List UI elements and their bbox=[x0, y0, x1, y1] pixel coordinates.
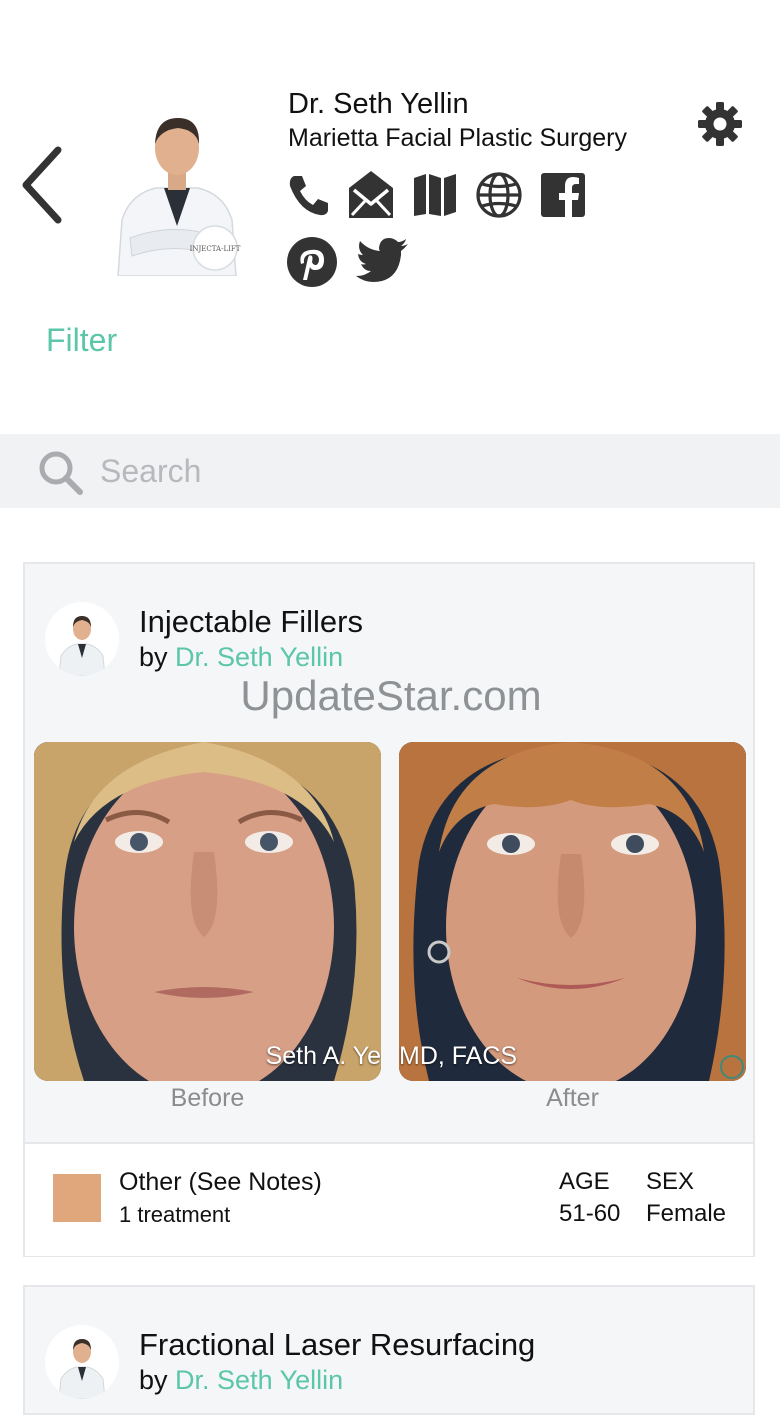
watermark-text: UpdateStar.com bbox=[240, 672, 542, 719]
pinterest-icon bbox=[287, 237, 337, 287]
doctor-name: Dr. Seth Yellin bbox=[288, 88, 469, 120]
doctor-avatar-small bbox=[45, 602, 119, 676]
case-card[interactable]: Injectable Fillers by Dr. Seth Yellin Up… bbox=[23, 562, 755, 1257]
sex-label: SEX bbox=[646, 1168, 695, 1195]
avatar-badge-text: INJECTA-LIFT bbox=[190, 245, 241, 253]
procedure-name: Other (See Notes) bbox=[119, 1168, 322, 1196]
chevron-left-icon bbox=[22, 146, 62, 224]
phone-icon bbox=[289, 176, 328, 216]
byline-prefix: by bbox=[139, 642, 168, 672]
search-input[interactable] bbox=[100, 446, 740, 496]
card-byline: by Dr. Seth Yellin bbox=[139, 1365, 343, 1396]
before-photo[interactable]: Seth A. Ye bbox=[34, 742, 381, 1081]
globe-icon bbox=[476, 172, 522, 218]
category-swatch bbox=[53, 1174, 101, 1222]
card-byline: by Dr. Seth Yellin bbox=[139, 642, 343, 673]
map-button[interactable] bbox=[412, 172, 458, 218]
photo-overlay-left: Seth A. Ye bbox=[265, 1042, 381, 1070]
map-icon bbox=[414, 174, 456, 216]
doctor-avatar-small bbox=[45, 1325, 119, 1399]
before-label: Before bbox=[170, 1084, 245, 1112]
photo-overlay-right: MD, FACS bbox=[399, 1042, 518, 1070]
gear-icon bbox=[698, 102, 742, 146]
age-value: 51-60 bbox=[559, 1200, 621, 1227]
twitter-button[interactable] bbox=[356, 238, 410, 284]
back-button[interactable] bbox=[14, 140, 74, 230]
facebook-icon bbox=[541, 173, 585, 217]
doctor-avatar: INJECTA-LIFT bbox=[108, 108, 246, 277]
byline-prefix: by bbox=[139, 1365, 168, 1395]
email-button[interactable] bbox=[346, 168, 396, 220]
filter-button[interactable]: Filter bbox=[46, 322, 117, 359]
twitter-icon bbox=[356, 238, 408, 282]
treatment-count: 1 treatment bbox=[119, 1202, 231, 1227]
after-label: After bbox=[546, 1084, 599, 1112]
email-icon bbox=[349, 171, 393, 218]
pinterest-button[interactable] bbox=[286, 236, 338, 288]
search-icon bbox=[36, 448, 84, 496]
after-photo[interactable]: MD, FACS bbox=[399, 742, 746, 1081]
facebook-button[interactable] bbox=[540, 172, 586, 218]
settings-button[interactable] bbox=[696, 100, 744, 148]
sex-value: Female bbox=[646, 1200, 727, 1227]
card-title: Injectable Fillers bbox=[139, 604, 363, 639]
byline-doctor-link[interactable]: Dr. Seth Yellin bbox=[175, 642, 343, 672]
practice-name: Marietta Facial Plastic Surgery bbox=[288, 124, 628, 152]
byline-doctor-link[interactable]: Dr. Seth Yellin bbox=[175, 1365, 343, 1395]
case-info-row: Other (See Notes) 1 treatment AGE 51-60 … bbox=[25, 1142, 753, 1256]
website-button[interactable] bbox=[474, 170, 524, 220]
age-label: AGE bbox=[559, 1168, 610, 1195]
phone-button[interactable] bbox=[286, 172, 332, 218]
case-card[interactable]: Fractional Laser Resurfacing by Dr. Seth… bbox=[23, 1285, 755, 1415]
card-title: Fractional Laser Resurfacing bbox=[139, 1327, 536, 1362]
